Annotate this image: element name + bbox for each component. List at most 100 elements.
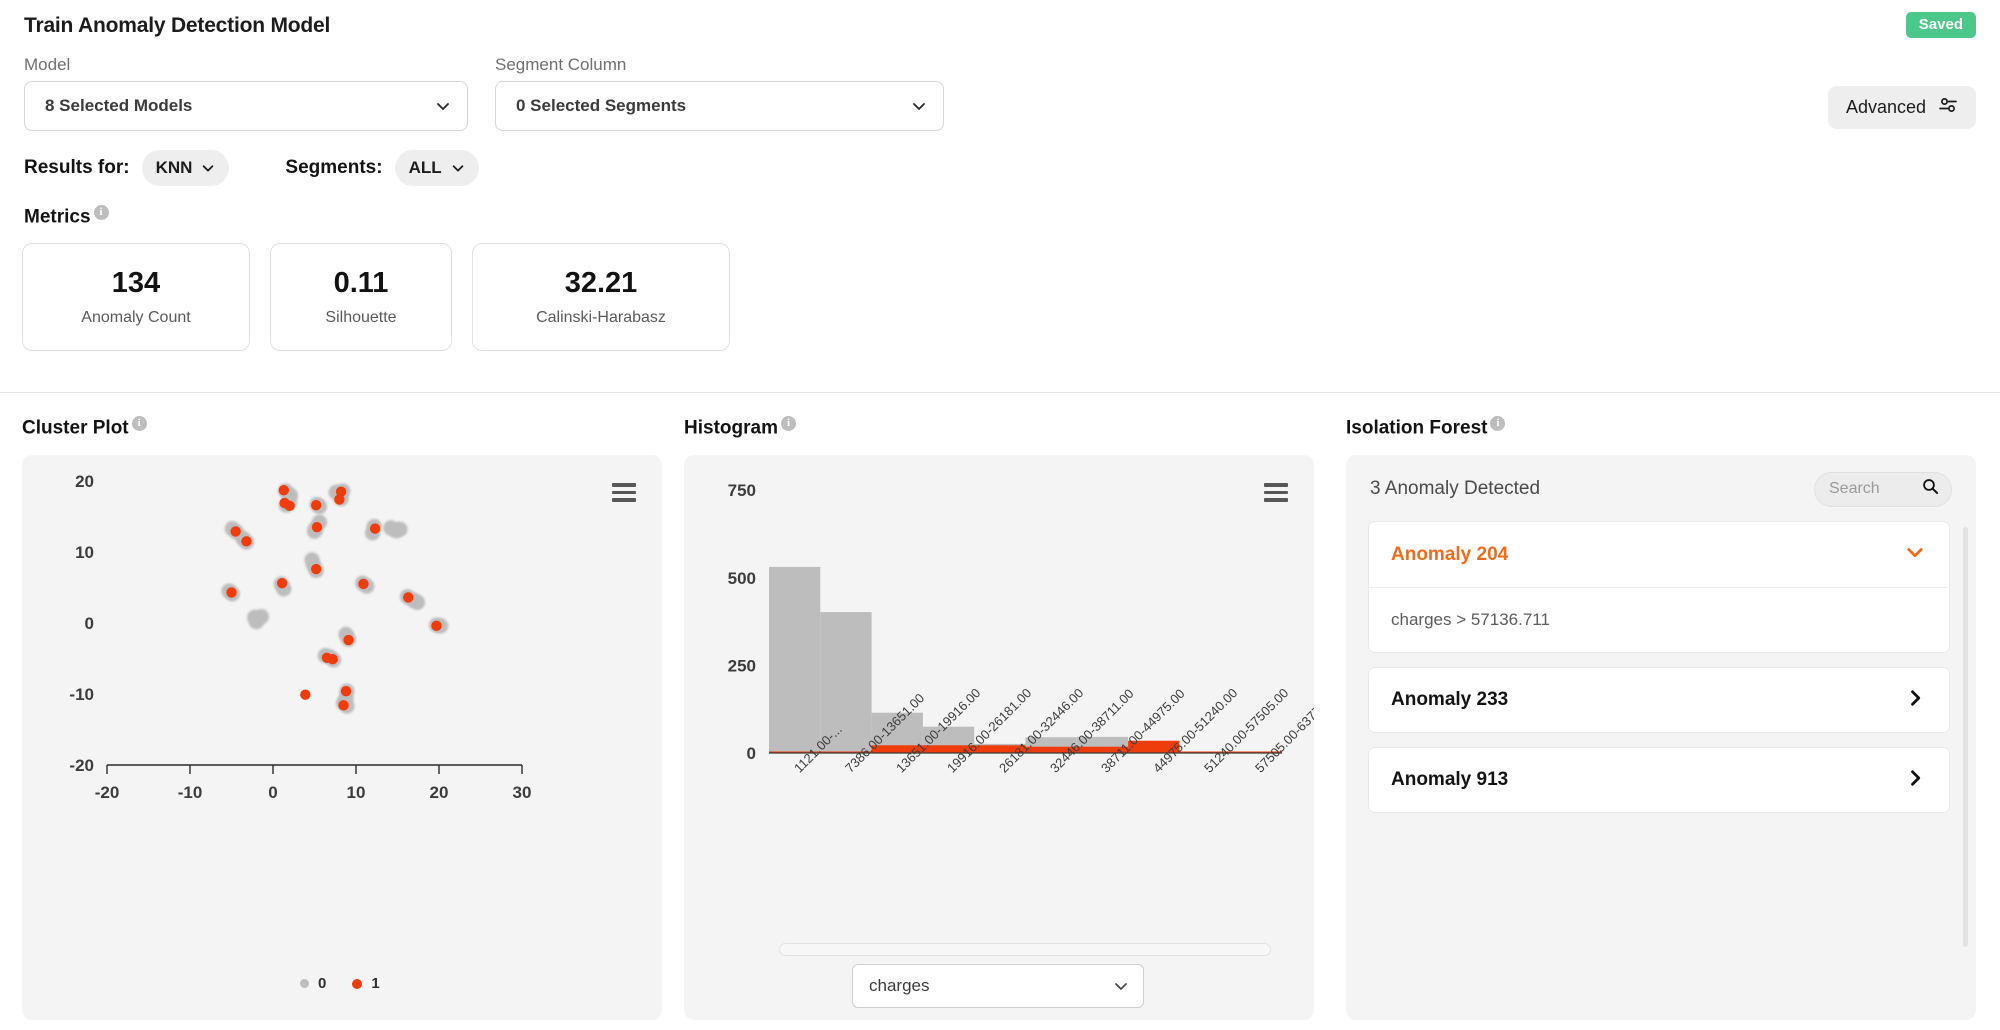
filter-row: Results for: KNN Segments: ALL: [24, 150, 479, 186]
info-icon[interactable]: i: [93, 205, 109, 220]
anomaly-detail: charges > 57136.711: [1368, 587, 1950, 654]
anomaly-name: Anomaly 204: [1391, 543, 1509, 565]
svg-text:500: 500: [728, 569, 756, 588]
model-field: Model 8 Selected Models: [24, 55, 468, 131]
metric-value: 0.11: [333, 267, 389, 299]
legend-item[interactable]: 0: [300, 975, 326, 992]
sliders-icon: [1938, 96, 1958, 119]
anomaly-list-scrollbar[interactable]: [1963, 527, 1968, 948]
histogram-column-select[interactable]: charges: [852, 964, 1144, 1009]
svg-text:10: 10: [75, 543, 94, 562]
chevron-right-icon: [1905, 768, 1925, 793]
page-title: Train Anomaly Detection Model: [24, 14, 331, 37]
anomaly-list-item[interactable]: Anomaly 233: [1368, 667, 1950, 734]
search-placeholder: Search: [1829, 480, 1880, 498]
cluster-plot-chart: 20 10 0 -10 -20 -20 -10 0 10 20 30 01: [22, 455, 662, 1021]
metric-label: Silhouette: [325, 309, 397, 326]
chevron-down-icon: [435, 98, 451, 114]
results-for-label: Results for:: [24, 157, 130, 178]
model-select[interactable]: 8 Selected Models: [24, 81, 468, 131]
anomaly-count-text: 3 Anomaly Detected: [1370, 478, 1541, 500]
metrics-title: Metrics i: [24, 205, 109, 228]
anomaly-list-item[interactable]: Anomaly 913: [1368, 747, 1950, 814]
svg-text:-20: -20: [69, 756, 94, 775]
cluster-plot-svg: 20 10 0 -10 -20-20 -10 0 10 20 30: [69, 472, 532, 802]
info-icon[interactable]: i: [1490, 416, 1506, 431]
anomaly-rule-text: charges > 57136.711: [1391, 610, 1550, 630]
legend-dot: [300, 979, 309, 989]
search-input[interactable]: Search: [1814, 471, 1952, 507]
svg-text:0: 0: [747, 744, 756, 763]
metric-card: 0.11 Silhouette: [270, 243, 452, 351]
chevron-down-icon: [201, 161, 215, 175]
metric-card: 134 Anomaly Count: [22, 243, 250, 351]
isolation-forest-panel: Isolation Forest i 3 Anomaly Detected Sea…: [1346, 416, 1976, 1021]
status-badge: Saved: [1905, 12, 1976, 38]
isolation-forest-header: 3 Anomaly Detected Search: [1346, 455, 1976, 523]
histogram-title: Histogram i: [684, 416, 1314, 439]
legend-dot: [352, 978, 363, 989]
cluster-plot-title-text: Cluster Plot: [22, 417, 129, 439]
cluster-plot-panel: Cluster Plot i 20 10 0 -10 -20 -20 -10 0 10 20 30 0…: [22, 416, 662, 1021]
info-icon[interactable]: i: [131, 416, 147, 431]
histogram-svg: 750 500 250 0: [728, 481, 1282, 763]
section-divider: [0, 392, 2000, 393]
cluster-plot-legend: 01: [300, 975, 380, 992]
segment-column-label: Segment Column: [495, 55, 627, 74]
isolation-forest-title: Isolation Forest i: [1346, 416, 1976, 439]
chevron-down-icon: [911, 98, 927, 114]
anomaly-list-item[interactable]: Anomaly 204: [1368, 521, 1950, 588]
metric-label: Anomaly Count: [81, 309, 191, 326]
search-icon: [1922, 478, 1939, 500]
svg-text:-10: -10: [69, 685, 94, 704]
model-label: Model: [24, 55, 71, 74]
metrics-title-text: Metrics: [24, 206, 91, 228]
histogram-panel: Histogram i 750 500 250 0 1121.00-... 7386.00…: [684, 416, 1314, 1021]
segment-column-select[interactable]: 0 Selected Segments: [495, 81, 944, 131]
model-select-value: 8 Selected Models: [45, 96, 193, 115]
segment-column-field: Segment Column 0 Selected Segments: [495, 55, 944, 131]
isolation-forest-title-text: Isolation Forest: [1346, 417, 1488, 439]
svg-text:30: 30: [513, 783, 532, 802]
histogram-chart: 750 500 250 0 1121.00-... 7386.00-13651.00 13…: [684, 455, 1314, 1021]
anomaly-list: Anomaly 204 charges > 57136.711 Anomaly 23…: [1368, 521, 1950, 827]
legend-item[interactable]: 1: [352, 975, 380, 993]
chevron-down-icon: [451, 161, 465, 175]
metric-card-list: 134 Anomaly Count 0.11 Silhouette 32.21 …: [22, 243, 730, 351]
svg-text:0: 0: [85, 614, 94, 633]
isolation-forest-card: 3 Anomaly Detected Search Anomaly 204 cha…: [1346, 455, 1976, 1021]
svg-text:10: 10: [347, 783, 366, 802]
histogram-title-text: Histogram: [684, 417, 778, 439]
svg-text:-10: -10: [178, 783, 203, 802]
segments-label: Segments:: [285, 157, 383, 178]
svg-text:750: 750: [728, 481, 756, 500]
metric-label: Calinski-Harabasz: [536, 309, 666, 326]
histogram-column-value: charges: [869, 976, 930, 996]
results-for-value: KNN: [155, 158, 193, 177]
legend-label: 0: [318, 975, 327, 993]
metric-value: 134: [111, 267, 161, 299]
histogram-scrollbar[interactable]: [779, 943, 1271, 957]
results-for-dropdown[interactable]: KNN: [141, 150, 230, 186]
info-icon[interactable]: i: [780, 416, 796, 431]
advanced-button[interactable]: Advanced: [1827, 86, 1976, 129]
chevron-right-icon: [1905, 688, 1925, 713]
segment-column-select-value: 0 Selected Segments: [516, 96, 687, 115]
anomaly-name: Anomaly 233: [1391, 689, 1509, 711]
metric-card: 32.21 Calinski-Harabasz: [472, 243, 730, 351]
anomaly-name: Anomaly 913: [1391, 769, 1509, 791]
legend-label: 1: [371, 975, 380, 993]
svg-text:-20: -20: [95, 783, 120, 802]
svg-text:250: 250: [728, 657, 756, 676]
advanced-button-label: Advanced: [1845, 97, 1926, 117]
segments-dropdown[interactable]: ALL: [394, 150, 479, 186]
page-header: Train Anomaly Detection Model Saved: [0, 0, 2000, 58]
svg-text:20: 20: [430, 783, 449, 802]
svg-text:20: 20: [75, 472, 94, 491]
cluster-plot-title: Cluster Plot i: [22, 416, 662, 439]
segments-value: ALL: [408, 158, 442, 177]
chevron-down-icon: [1905, 542, 1925, 567]
metric-value: 32.21: [564, 267, 638, 299]
svg-text:0: 0: [268, 783, 277, 802]
chevron-down-icon: [1113, 978, 1129, 994]
